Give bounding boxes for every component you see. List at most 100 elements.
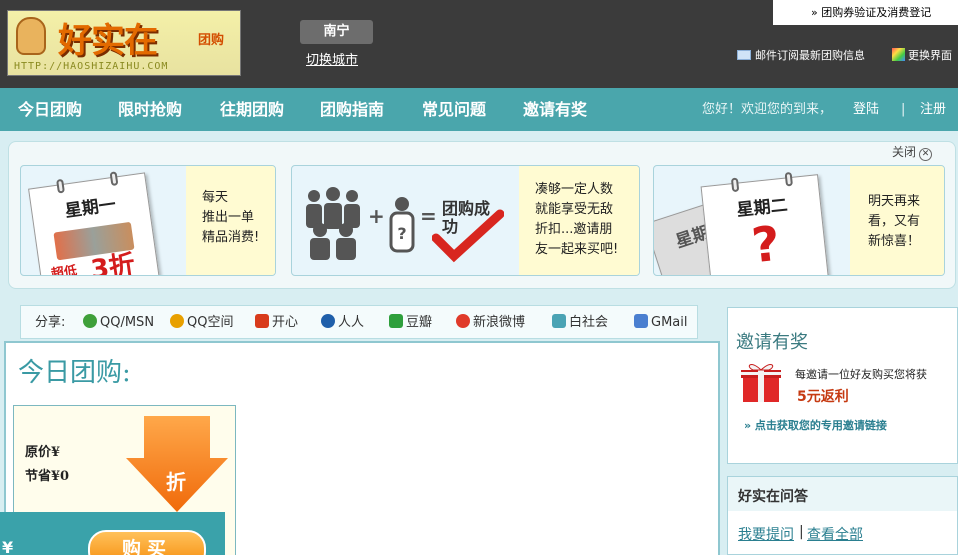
qa-separator: | [799,524,804,540]
note-line: 友一起来买吧! [535,242,619,257]
renren-icon [321,314,335,328]
qq-msn-icon [83,314,97,328]
change-skin-link[interactable]: 更换界面 [892,47,952,63]
share-qzone[interactable]: QQ空间 [170,306,233,340]
question-person-icon: ? [389,197,415,253]
share-item-label: QQ/MSN [100,315,155,330]
note-line: 明天再来 [868,194,921,209]
share-weibo[interactable]: 新浪微博 [456,306,525,340]
share-douban[interactable]: 豆瓣 [389,306,432,340]
douban-icon [389,314,403,328]
buy-button[interactable]: 购买 [88,530,206,555]
note-line: 精品消费! [202,230,260,245]
calendar-ring [56,178,65,194]
invite-description: 每邀请一位好友购买您将获 [795,368,927,381]
nav-item-today[interactable]: 今日团购 [18,88,82,131]
intro-card-daily: 星期一 超低 3折 每天 推出一单 精品消费! [20,165,276,276]
close-icon: ✕ [919,148,933,161]
logo-tag: 团购 [198,33,225,48]
share-bar: 分享: QQ/MSN QQ空间 开心 人人 豆瓣 新浪微博 白社会 GMail [20,305,698,339]
share-gmail[interactable]: GMail [634,306,687,340]
intro-card-note: 每天 推出一单 精品消费! [186,166,275,275]
thumbs-up-icon [16,17,46,55]
share-item-label: 豆瓣 [406,315,433,330]
kaixin-icon [255,314,269,328]
share-baishehui[interactable]: 白社会 [552,306,608,340]
share-item-label: 开心 [272,315,299,330]
change-skin-label: 更换界面 [908,49,952,62]
palette-icon [892,48,905,61]
envelope-icon [737,50,751,60]
svg-text:?: ? [397,224,406,243]
rebate-amount: 5元返利 [797,389,849,405]
note-line: 看，又有 [868,214,921,229]
share-item-label: 人人 [338,315,365,330]
invite-title: 邀请有奖 [736,332,808,353]
gift-icon [741,364,781,402]
calendar-ring [109,171,119,187]
intro-card-group: + ? = 团购成功 凑够一定人数 就能享受无敌 折扣...邀请朋 友一起来买吧… [291,165,640,276]
calendar-ring [730,177,740,193]
close-banner-button[interactable]: 关闭 ✕ [892,143,933,161]
price-currency-symbol: ¥ [2,538,14,555]
discount-arrow-icon [126,416,228,512]
share-item-label: QQ空间 [187,315,234,330]
group-people-icon [306,187,360,260]
calendar-monday-icon: 星期一 超低 3折 [28,171,160,276]
current-city[interactable]: 南宁 [300,20,373,44]
note-line: 推出一单 [202,210,255,225]
intro-card-tomorrow: 星期一 星期二 ? 明天再来 看，又有 新惊喜！ [653,165,945,276]
share-qq-msn[interactable]: QQ/MSN [83,306,154,340]
nav-item-faq[interactable]: 常见问题 [422,88,486,131]
register-link[interactable]: 注册 [920,88,946,131]
nav-item-invite[interactable]: 邀请有奖 [523,88,587,131]
logo-url: HTTP://HAOSHIZAIHU.COM [14,61,169,72]
qzone-icon [170,314,184,328]
view-all-link[interactable]: 查看全部 [807,524,863,544]
get-invite-link[interactable]: » 点击获取您的专用邀请链接 [744,417,887,433]
switch-city-link[interactable]: 切换城市 [306,49,358,68]
page-title: 今日团购: [18,358,131,388]
site-logo[interactable]: 好实在 团购 HTTP://HAOSHIZAIHU.COM [7,10,241,76]
note-line: 折扣...邀请朋 [535,222,613,237]
nav-item-flash-sale[interactable]: 限时抢购 [118,88,182,131]
nav-separator: | [901,102,906,117]
welcome-text: 您好！欢迎您的到来， [702,102,833,117]
weibo-icon [456,314,470,328]
baishehui-icon [552,314,566,328]
note-line: 就能享受无敌 [535,202,614,217]
share-renren[interactable]: 人人 [321,306,364,340]
note-line: 新惊喜！ [868,234,921,249]
login-link[interactable]: 登陆 [853,88,879,131]
share-item-label: 白社会 [569,315,609,330]
calendar-ring [784,171,794,187]
nav-item-guide[interactable]: 团购指南 [320,88,384,131]
share-item-label: GMail [651,315,688,330]
email-subscribe-label: 邮件订阅最新团购信息 [755,49,865,62]
coupon-verify-link[interactable]: » 团购券验证及消费登记 [773,0,958,25]
share-kaixin[interactable]: 开心 [255,306,298,340]
close-label: 关闭 [892,145,917,159]
calendar-day-label: 星期一 [63,194,118,222]
question-mark-icon: ? [749,215,783,275]
email-subscribe-link[interactable]: 邮件订阅最新团购信息 [737,47,865,63]
discount-label: 折 [166,470,186,494]
qa-title: 好实在问答 [738,489,808,505]
note-line: 凑够一定人数 [535,182,614,197]
original-price: 原价¥ [25,445,61,460]
savings-amount: 节省¥0 [25,469,70,484]
share-item-label: 新浪微博 [473,315,526,330]
share-label: 分享: [35,315,66,330]
gmail-icon [634,314,648,328]
checkmark-icon [432,209,504,263]
calendar-tuesday-icon: 星期二 ? [700,171,830,275]
intro-card-note: 凑够一定人数 就能享受无敌 折扣...邀请朋 友一起来买吧! [519,166,639,275]
plus-icon: + [368,204,385,228]
nav-item-past-deals[interactable]: 往期团购 [220,88,284,131]
promo-number: 3折 [89,249,137,276]
note-line: 每天 [202,190,229,205]
ask-question-link[interactable]: 我要提问 [738,524,794,544]
logo-text: 好实在 [58,21,158,61]
intro-card-note: 明天再来 看，又有 新惊喜！ [850,166,944,275]
promo-label: 超低 [50,263,79,276]
